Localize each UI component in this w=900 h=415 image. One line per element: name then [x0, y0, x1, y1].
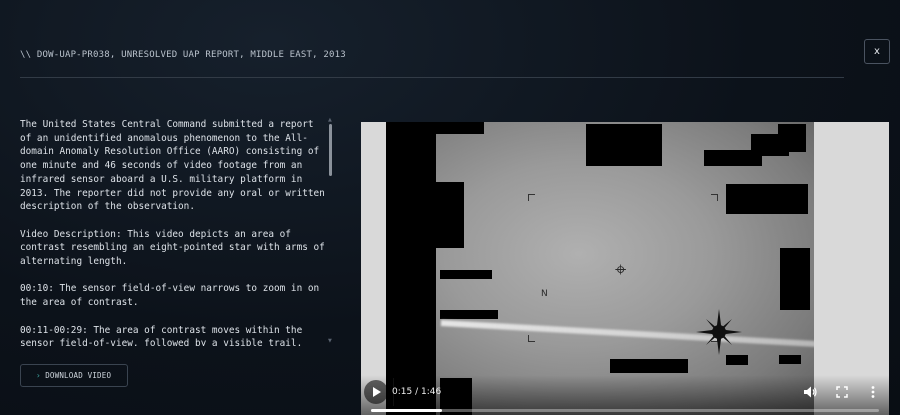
download-video-button[interactable]: › DOWNLOAD VIDEO — [20, 364, 128, 387]
close-button[interactable]: x — [864, 39, 890, 64]
redaction-block — [436, 182, 464, 248]
description-scrollbar[interactable]: ▲ ▼ — [328, 117, 333, 348]
scrollbar-thumb[interactable] — [329, 124, 332, 176]
video-time: 0:15 / 1:46 — [392, 387, 442, 397]
video-progress-fill — [371, 409, 443, 412]
object-trail — [440, 320, 814, 349]
volume-icon[interactable] — [802, 384, 818, 400]
reticle-corner — [711, 194, 718, 201]
redaction-block — [778, 124, 806, 152]
redaction-block — [610, 359, 688, 373]
redaction-block — [779, 355, 801, 364]
header-divider — [20, 77, 844, 78]
redaction-block — [440, 310, 498, 319]
chevron-right-icon: › — [36, 371, 41, 380]
redaction-block — [726, 184, 808, 214]
redaction-block — [436, 122, 484, 134]
report-description: The United States Central Command submit… — [20, 118, 325, 346]
more-vertical-icon[interactable] — [865, 384, 881, 400]
play-icon — [373, 387, 381, 397]
redaction-block — [586, 124, 662, 166]
fullscreen-icon[interactable] — [834, 384, 850, 400]
report-title: \\ DOW-UAP-PR038, UNRESOLVED UAP REPORT,… — [20, 50, 346, 60]
redaction-block — [780, 248, 810, 310]
description-paragraph: 00:10: The sensor field-of-view narrows … — [20, 283, 320, 309]
reticle-corner — [528, 335, 535, 342]
video-frame: ⌖ N — [386, 122, 814, 415]
video-player[interactable]: ⌖ N 0:15 / 1:46 — [361, 122, 889, 415]
scroll-up-icon[interactable]: ▲ — [328, 117, 332, 123]
reticle-corner — [528, 194, 535, 201]
frame-marker: N — [541, 289, 548, 299]
description-paragraph: 00:11-00:29: The area of contrast moves … — [20, 324, 303, 347]
eight-pointed-star-object — [696, 309, 742, 355]
video-progress-bar[interactable] — [371, 409, 879, 412]
redaction-block — [386, 122, 436, 415]
crosshair-icon: ⌖ — [615, 257, 627, 281]
scroll-down-icon[interactable]: ▼ — [328, 338, 332, 344]
play-button[interactable] — [364, 380, 388, 404]
redaction-block — [440, 270, 492, 279]
description-paragraph: Video Description: This video depicts an… — [20, 228, 325, 268]
description-paragraph: The United States Central Command submit… — [20, 119, 325, 213]
download-video-label: DOWNLOAD VIDEO — [45, 371, 112, 380]
